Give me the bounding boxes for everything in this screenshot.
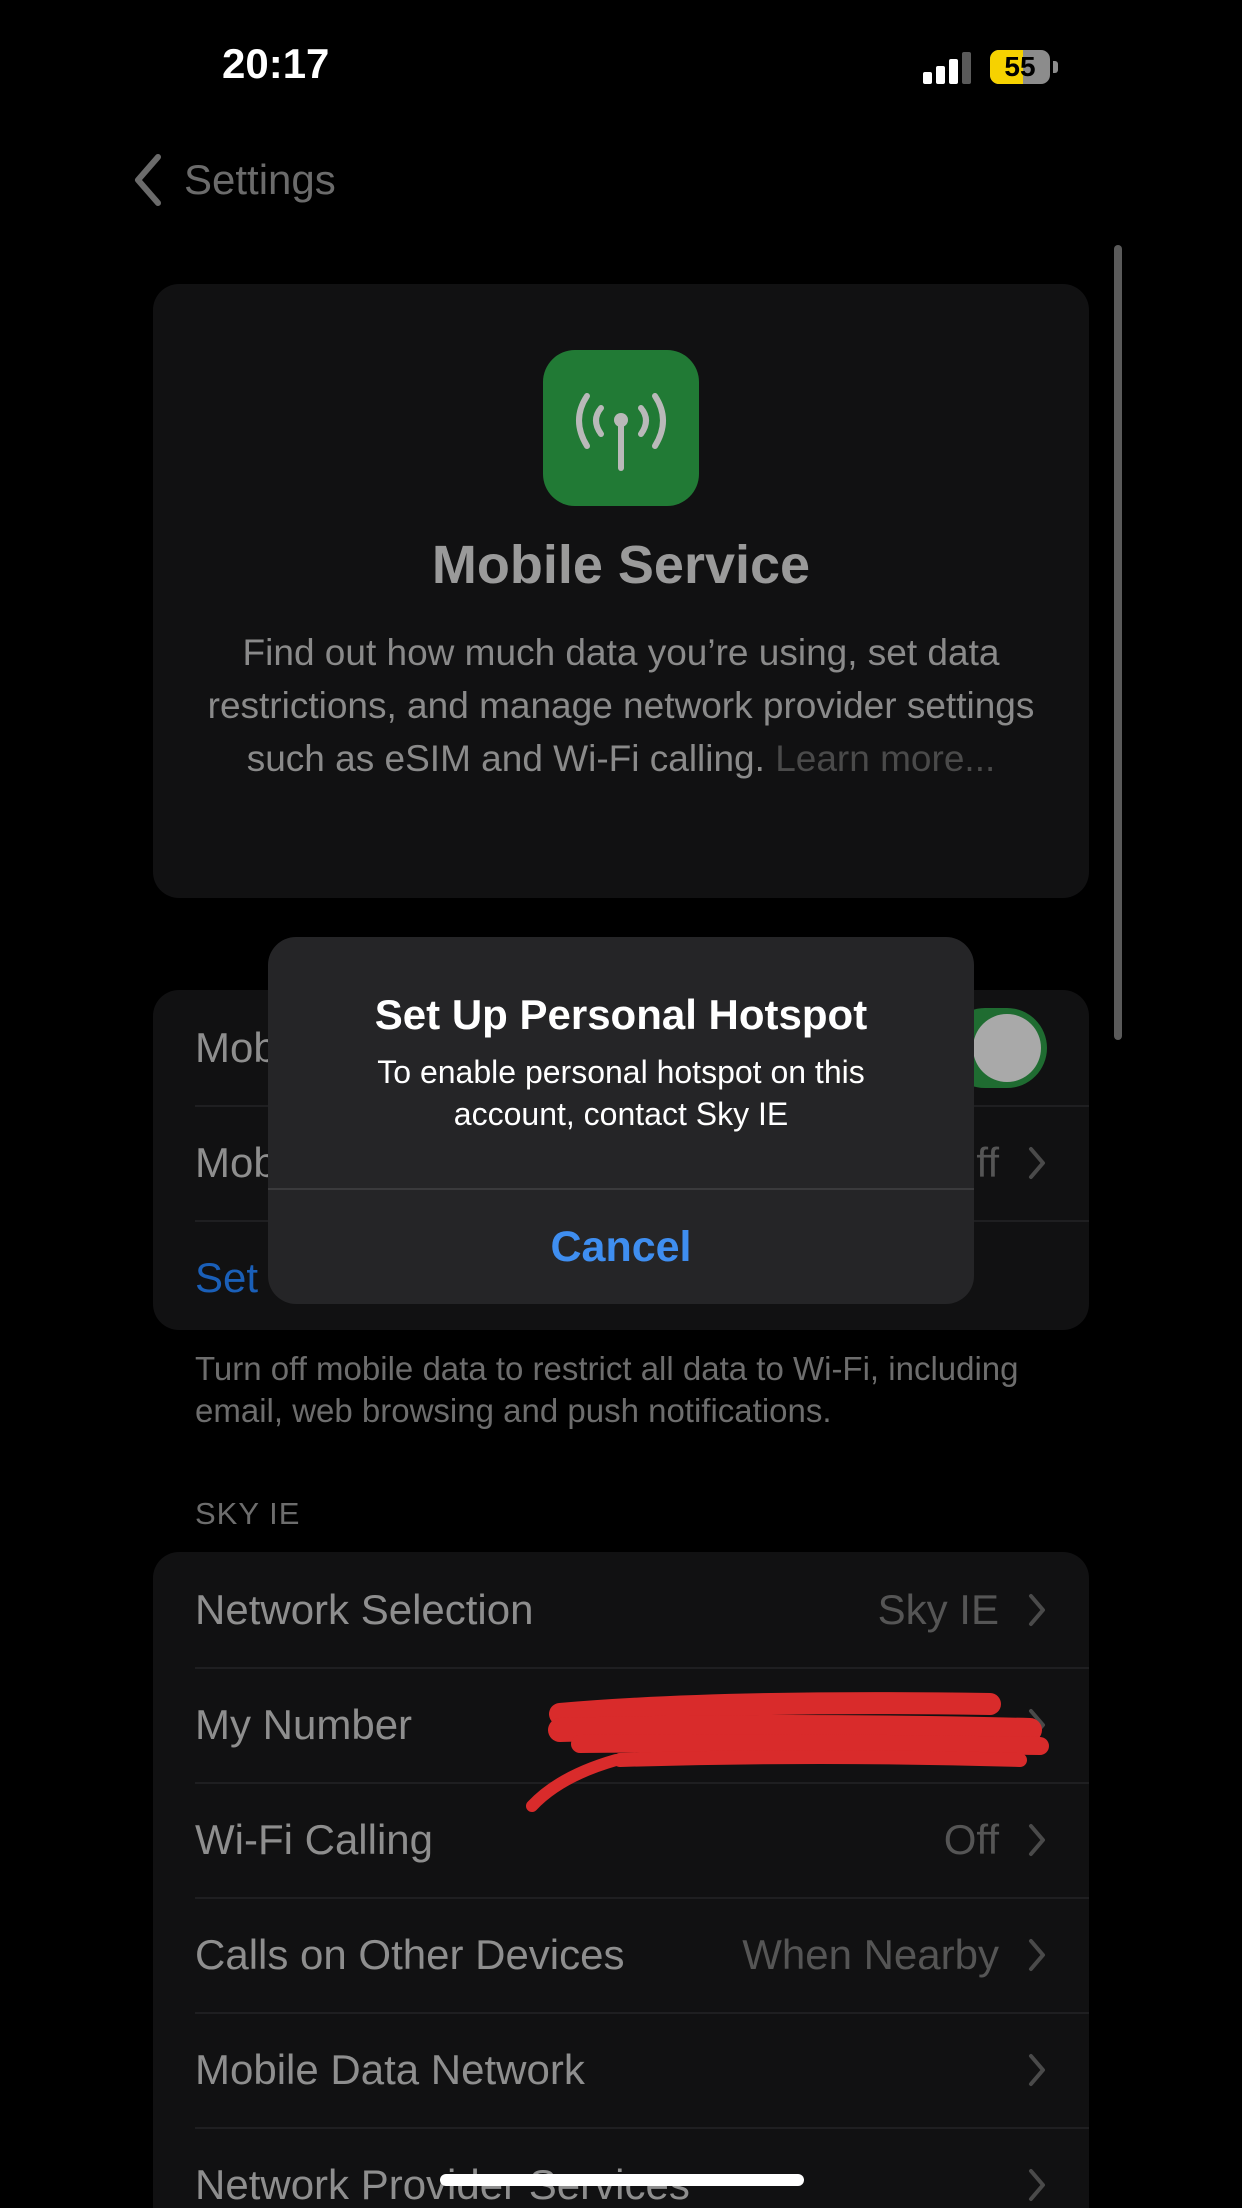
mobile-data-network-row[interactable]: Mobile Data Network [153,2012,1089,2127]
status-time: 20:17 [222,40,330,87]
learn-more-link[interactable]: Learn more... [775,738,995,779]
page-title: Mobile Service [431,535,811,595]
calls-other-devices-label: Calls on Other Devices [195,1931,625,1978]
mobile-data-network-label: Mobile Data Network [195,2046,585,2093]
mobile-service-header-card: Mobile Service Find out how much data yo… [153,284,1089,898]
cancel-button[interactable]: Cancel [268,1190,974,1304]
calls-other-devices-value: When Nearby [742,1931,999,1978]
personal-hotspot-alert: Set Up Personal Hotspot To enable person… [268,937,974,1304]
network-provider-services-row[interactable]: Network Provider Services [153,2127,1089,2208]
chevron-right-icon [1029,2054,1045,2086]
back-button[interactable]: Settings [130,150,336,210]
chevron-right-icon [1029,1594,1045,1626]
mobile-data-options-label: Mob [195,1139,277,1186]
back-label: Settings [184,156,336,203]
battery-percent: 55 [1004,51,1036,82]
battery-icon: 55 [990,50,1058,84]
mobile-data-footnote: Turn off mobile data to restrict all dat… [195,1350,1019,1429]
my-number-label: My Number [195,1701,413,1748]
chevron-right-icon [1029,2169,1045,2201]
header-description: Find out how much data you’re using, set… [193,626,1049,785]
chevron-right-icon [1029,1939,1045,1971]
signal-icon [923,52,971,84]
antenna-icon [543,350,699,506]
network-provider-services-label: Network Provider Services [195,2161,690,2208]
wifi-calling-label: Wi-Fi Calling [195,1816,434,1863]
chevron-right-icon [1029,1824,1045,1856]
alert-message: To enable personal hotspot on this accou… [377,1054,865,1132]
redaction-scribble [526,1692,1049,1812]
chevron-left-icon [135,154,161,206]
home-indicator[interactable] [440,2174,804,2186]
network-selection-row[interactable]: Network Selection Sky IE [153,1552,1089,1667]
network-selection-value: Sky IE [877,1586,999,1633]
alert-title: Set Up Personal Hotspot [374,991,868,1038]
network-selection-label: Network Selection [195,1586,534,1633]
scrollbar[interactable] [1114,245,1122,1040]
section-header-sky-ie: SKY IE [195,1496,301,1531]
carrier-group: Network Selection Sky IE My Number Wi-Fi… [153,1552,1089,2208]
mobile-data-label: Mob [195,1024,277,1071]
calls-other-devices-row[interactable]: Calls on Other Devices When Nearby [153,1897,1089,2012]
mobile-data-options-value: ff [976,1139,999,1186]
set-up-hotspot-link[interactable]: Set [195,1220,258,1330]
chevron-right-icon [1029,1147,1045,1179]
